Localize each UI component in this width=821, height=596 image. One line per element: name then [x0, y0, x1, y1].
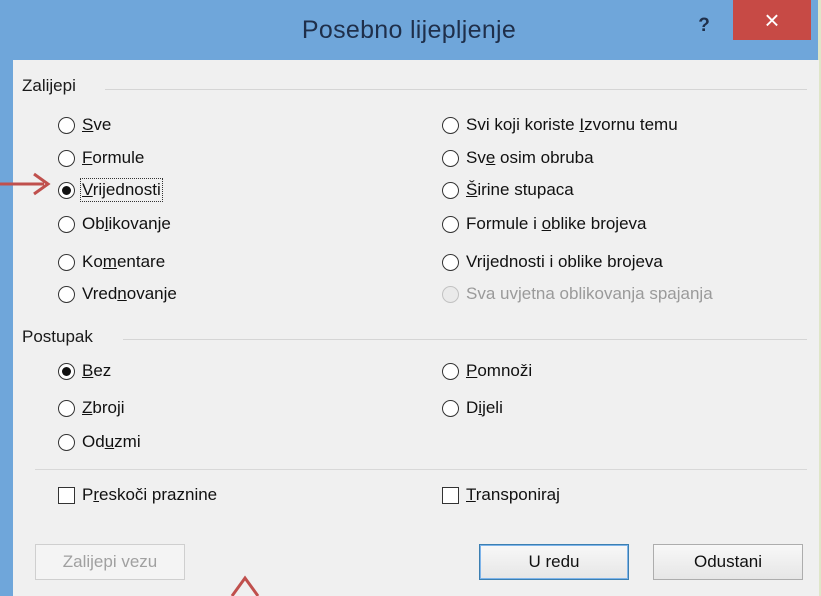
radio-subtract-label: Oduzmi — [82, 432, 141, 451]
radio-add-label: Zbroji — [82, 398, 125, 417]
title-bar[interactable]: Posebno lijepljenje ? × — [0, 0, 818, 60]
radio-add[interactable]: Zbroji — [58, 395, 125, 421]
radio-divide-label: Dijeli — [466, 398, 503, 417]
paste-link-button: Zalijepi vezu — [35, 544, 185, 580]
radio-subtract[interactable]: Oduzmi — [58, 429, 141, 455]
options-separator — [35, 469, 807, 470]
radio-comments-label: Komentare — [82, 252, 166, 271]
radio-multiply[interactable]: Pomnoži — [442, 358, 532, 384]
dialog-body: Zalijepi Sve Formule Vrijednosti Oblikov… — [13, 60, 819, 596]
radio-divide-circle[interactable] — [442, 399, 459, 417]
radio-all-except-borders-circle[interactable] — [442, 149, 459, 167]
paste-group-label: Zalijepi — [22, 76, 76, 95]
radio-merge-conditional-formatting-circle — [442, 285, 459, 303]
radio-values-and-number-formats-circle[interactable] — [442, 253, 459, 271]
radio-merge-conditional-formatting: Sva uvjetna oblikovanja spajanja — [442, 281, 713, 307]
radio-values-circle[interactable] — [58, 181, 75, 199]
radio-all[interactable]: Sve — [58, 112, 111, 138]
radio-validation[interactable]: Vrednovanje — [58, 281, 177, 307]
help-button[interactable]: ? — [686, 12, 722, 40]
radio-validation-label: Vrednovanje — [82, 284, 177, 303]
radio-formulas-and-number-formats-circle[interactable] — [442, 215, 459, 233]
radio-values-and-number-formats-label: Vrijednosti i oblike brojeva — [466, 252, 663, 271]
radio-none-label: Bez — [82, 361, 112, 380]
radio-all-except-borders[interactable]: Sve osim obruba — [442, 145, 594, 171]
radio-none-circle[interactable] — [58, 362, 75, 380]
checkbox-transpose[interactable]: Transponiraj — [442, 482, 560, 508]
radio-validation-circle[interactable] — [58, 285, 75, 303]
radio-formulas[interactable]: Formule — [58, 145, 144, 171]
radio-formats[interactable]: Oblikovanje — [58, 211, 171, 237]
checkbox-skip-blanks-box[interactable] — [58, 486, 75, 504]
checkbox-transpose-box[interactable] — [442, 486, 459, 504]
radio-formats-label: Oblikovanje — [82, 214, 171, 233]
radio-multiply-circle[interactable] — [442, 362, 459, 380]
radio-all-label: Sve — [82, 115, 112, 134]
ok-button[interactable]: U redu — [479, 544, 629, 580]
radio-add-circle[interactable] — [58, 399, 75, 417]
operation-group-divider — [123, 339, 807, 340]
radio-merge-conditional-formatting-label: Sva uvjetna oblikovanja spajanja — [466, 284, 713, 303]
radio-subtract-circle[interactable] — [58, 433, 75, 451]
radio-all-using-source-theme[interactable]: Svi koji koriste Izvornu temu — [442, 112, 678, 138]
radio-all-using-source-theme-circle[interactable] — [442, 116, 459, 134]
close-button[interactable]: × — [733, 0, 811, 40]
operation-group-label: Postupak — [22, 327, 93, 346]
annotation-arrow-up-icon — [230, 575, 260, 596]
radio-divide[interactable]: Dijeli — [442, 395, 503, 421]
radio-multiply-label: Pomnoži — [466, 361, 533, 380]
radio-values[interactable]: Vrijednosti — [58, 177, 163, 203]
radio-formulas-and-number-formats-label: Formule i oblike brojeva — [466, 214, 647, 233]
radio-formats-circle[interactable] — [58, 215, 75, 233]
checkbox-skip-blanks-label: Preskoči praznine — [82, 485, 218, 504]
radio-all-circle[interactable] — [58, 116, 75, 134]
radio-none[interactable]: Bez — [58, 358, 111, 384]
paste-group-divider — [105, 89, 807, 90]
radio-column-widths-label: Širine stupaca — [466, 180, 574, 199]
radio-comments[interactable]: Komentare — [58, 249, 165, 275]
radio-column-widths-circle[interactable] — [442, 181, 459, 199]
checkbox-skip-blanks[interactable]: Preskoči praznine — [58, 482, 217, 508]
radio-values-and-number-formats[interactable]: Vrijednosti i oblike brojeva — [442, 249, 663, 275]
radio-comments-circle[interactable] — [58, 253, 75, 271]
paste-special-dialog: Posebno lijepljenje ? × Zalijepi Sve For… — [0, 0, 819, 596]
radio-values-label: Vrijednosti — [80, 178, 163, 202]
annotation-arrow-right-icon — [0, 172, 51, 196]
cancel-button[interactable]: Odustani — [653, 544, 803, 580]
radio-formulas-circle[interactable] — [58, 149, 75, 167]
radio-all-except-borders-label: Sve osim obruba — [466, 148, 594, 167]
radio-formulas-and-number-formats[interactable]: Formule i oblike brojeva — [442, 211, 647, 237]
radio-formulas-label: Formule — [82, 148, 145, 167]
checkbox-transpose-label: Transponiraj — [466, 485, 560, 504]
radio-all-using-source-theme-label: Svi koji koriste Izvornu temu — [466, 115, 678, 134]
radio-column-widths[interactable]: Širine stupaca — [442, 177, 574, 203]
